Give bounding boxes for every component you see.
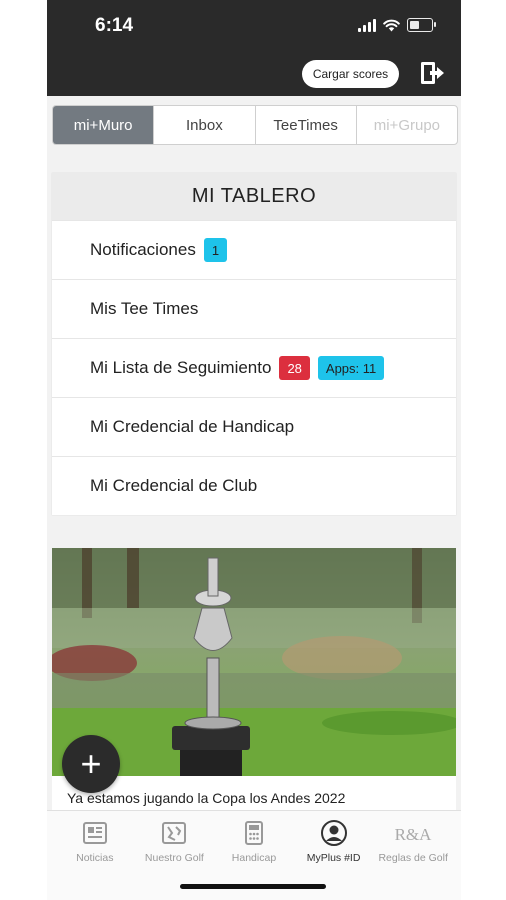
- battery-icon: [407, 18, 436, 32]
- notification-count-badge: 1: [203, 238, 228, 262]
- nav-label: MyPlus #ID: [306, 852, 361, 864]
- randa-logo-icon: R&A: [395, 825, 433, 844]
- tee-times-item[interactable]: Mis Tee Times: [52, 279, 456, 338]
- wifi-icon: [383, 19, 400, 31]
- item-label: Mis Tee Times: [90, 299, 199, 318]
- tab-mi-muro[interactable]: mi+Muro: [53, 106, 155, 144]
- notificaciones-item[interactable]: Notificaciones 1: [52, 220, 456, 279]
- item-label: Mi Credencial de Club: [90, 476, 258, 495]
- nav-handicap[interactable]: Handicap: [214, 819, 294, 864]
- app-header: 6:14 Cargar scores: [47, 0, 461, 96]
- calculator-icon: [244, 821, 263, 845]
- item-label: Notificaciones: [90, 240, 196, 259]
- randa-logo-text: R&A: [395, 825, 433, 844]
- add-button[interactable]: +: [62, 735, 120, 793]
- cellular-signal-icon: [358, 18, 376, 32]
- app-screen: 6:14 Cargar scores mi+Muro Inbox TeeTime…: [47, 0, 461, 900]
- nav-label: Reglas de Golf: [378, 852, 448, 864]
- cargar-scores-button[interactable]: Cargar scores: [302, 60, 399, 88]
- status-time: 6:14: [95, 15, 134, 36]
- tab-bar: mi+Muro Inbox TeeTimes mi+Grupo: [52, 105, 458, 145]
- item-label: Mi Lista de Seguimiento: [90, 358, 272, 377]
- tab-teetimes[interactable]: TeeTimes: [256, 106, 357, 144]
- trophy-news-image: [52, 548, 456, 776]
- dashboard-title: MI TABLERO: [52, 173, 456, 220]
- logout-icon[interactable]: [419, 60, 445, 86]
- nav-label: Nuestro Golf: [144, 852, 204, 864]
- tab-mi-grupo[interactable]: mi+Grupo: [357, 106, 457, 144]
- follow-count-badge: 28: [279, 356, 310, 380]
- dashboard-card: MI TABLERO Notificaciones 1 Mis Tee Time…: [52, 173, 456, 515]
- nav-myplus-id[interactable]: MyPlus #ID: [294, 819, 374, 864]
- nav-label: Noticias: [76, 852, 114, 864]
- newspaper-icon: [82, 822, 107, 844]
- credencial-club-item[interactable]: Mi Credencial de Club: [52, 456, 456, 515]
- nav-nuestro-golf[interactable]: Nuestro Golf: [135, 819, 215, 864]
- nav-reglas-golf[interactable]: R&A Reglas de Golf: [373, 819, 453, 864]
- nav-label: Handicap: [231, 852, 277, 864]
- item-label: Mi Credencial de Handicap: [90, 417, 295, 436]
- tab-inbox[interactable]: Inbox: [154, 106, 256, 144]
- nav-noticias[interactable]: Noticias: [55, 819, 135, 864]
- map-icon: [162, 822, 187, 844]
- home-indicator: [180, 884, 326, 889]
- apps-count-badge: Apps: 11: [317, 356, 385, 380]
- credencial-handicap-item[interactable]: Mi Credencial de Handicap: [52, 397, 456, 456]
- person-icon: [320, 820, 347, 846]
- status-icons: [358, 18, 436, 32]
- news-caption: Ya estamos jugando la Copa los Andes 202…: [67, 790, 346, 806]
- lista-seguimiento-item[interactable]: Mi Lista de Seguimiento 28 Apps: 11: [52, 338, 456, 397]
